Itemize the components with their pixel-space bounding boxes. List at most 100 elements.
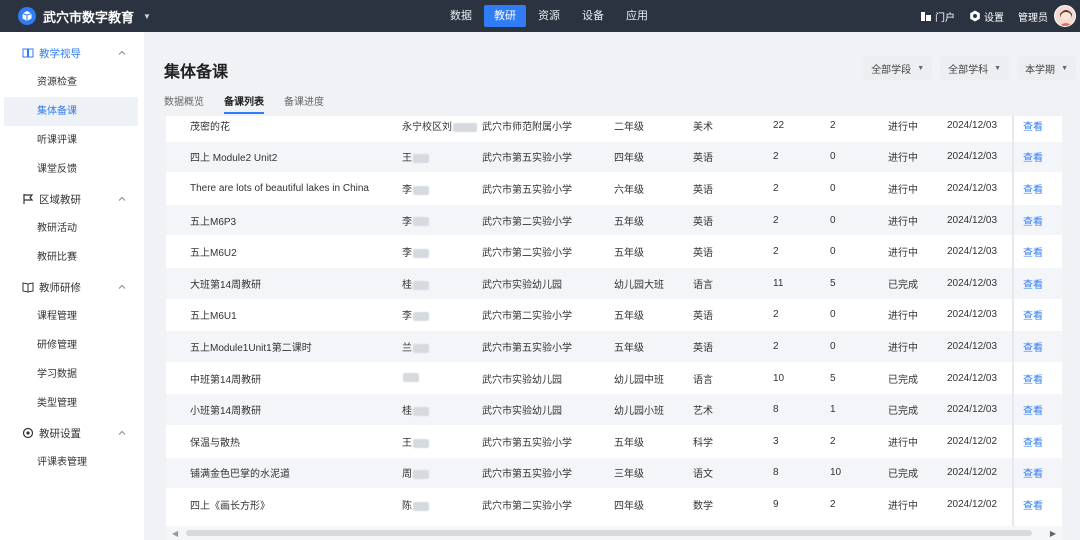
sidebar-group-label: 区域教研 [39,193,81,206]
view-link[interactable]: 查看 [1023,497,1043,512]
view-link-text[interactable]: 查看 [1023,248,1043,259]
filter-label: 全部学科 [948,64,989,76]
scroll-left-icon[interactable]: ◀ [172,529,178,538]
cell-participants-text: 8 [773,467,779,479]
tab-item[interactable]: 备课列表 [224,96,264,116]
view-link[interactable]: 查看 [1023,434,1043,449]
view-link[interactable]: 查看 [1023,339,1043,354]
sidebar-item[interactable]: 集体备课 [4,97,138,126]
sidebar-item[interactable]: 听课评课 [4,126,138,155]
view-link[interactable]: 查看 [1023,465,1043,480]
cell-title-text: 五上Module1Unit1第二课时 [190,342,312,354]
sidebar-item[interactable]: 课程管理 [4,302,138,331]
cell-count-text: 2 [830,119,836,131]
table-row: 保温与散热 王 武穴市第五实验小学 五年级 科学 3 2 进行中 2024/12/02 查看 [166,426,1062,458]
view-link-text[interactable]: 查看 [1023,153,1043,164]
chevron-up-icon [118,428,126,436]
filter-label: 全部学段 [871,64,912,76]
cell-grade: 五年级 [614,213,644,228]
sidebar-group[interactable]: 教研设置 [0,418,144,448]
cell-date: 2024/12/03 [947,246,997,257]
sidebar-item[interactable]: 研修管理 [4,331,138,360]
view-link-text[interactable]: 查看 [1023,185,1043,196]
sidebar-item[interactable]: 教研活动 [4,214,138,243]
cell-school-text: 武穴市第五实验小学 [482,184,572,196]
cell-title-text: 茂密的花 [190,121,230,133]
cell-subject-text: 英语 [693,153,713,165]
redacted-name [413,154,429,164]
scroll-right-icon[interactable]: ▶ [1050,529,1056,538]
top-nav-item[interactable]: 应用 [616,5,658,27]
sidebar-group[interactable]: 区域教研 [0,184,144,214]
view-link[interactable]: 查看 [1023,244,1043,259]
caret-down-icon: ▼ [917,64,925,72]
cell-status-text: 已完成 [888,279,918,291]
view-link[interactable]: 查看 [1023,213,1043,228]
view-link[interactable]: 查看 [1023,118,1043,133]
cell-date-text: 2024/12/03 [947,404,998,416]
table-row: 四上《画长方形》 陈 武穴市第二实验小学 四年级 数学 9 2 进行中 2024/12/02 查看 [166,489,1062,521]
cell-count-text: 10 [830,467,842,479]
top-nav-item[interactable]: 数据 [440,5,482,27]
cell-count: 2 [830,499,836,510]
sidebar-group[interactable]: 教学视导 [0,38,144,68]
top-nav-item[interactable]: 资源 [528,5,570,27]
sidebar-item[interactable]: 资源检查 [4,68,138,97]
view-link[interactable]: 查看 [1023,181,1043,196]
avatar[interactable] [1054,5,1076,27]
cell-title: 四上《画长方形》 [190,497,270,512]
cell-school: 武穴市师范附属小学 [482,118,572,133]
filter-select[interactable]: 全部学段 ▼ [863,56,933,80]
view-link-text[interactable]: 查看 [1023,280,1043,291]
portal-link[interactable]: 门户 [920,9,955,24]
cell-count-text: 0 [830,340,836,352]
view-link[interactable]: 查看 [1023,371,1043,386]
horizontal-scrollbar[interactable]: ◀ ▶ [166,526,1062,540]
view-link[interactable]: 查看 [1023,276,1043,291]
cell-count: 2 [830,120,836,131]
view-link[interactable]: 查看 [1023,402,1043,417]
sidebar-item[interactable]: 类型管理 [4,389,138,418]
sidebar-group[interactable]: 教师研修 [0,272,144,302]
top-nav-item[interactable]: 设备 [572,5,614,27]
tab-item[interactable]: 备课进度 [284,96,324,116]
cell-subject-text: 美术 [693,121,713,133]
redacted-name [413,470,429,480]
scrollbar-thumb[interactable] [186,530,1032,536]
top-nav-item[interactable]: 教研 [484,5,526,27]
view-link-text[interactable]: 查看 [1023,343,1043,354]
filter-select[interactable]: 本学期 ▼ [1017,56,1076,80]
filter-select[interactable]: 全部学科 ▼ [940,56,1010,80]
view-link-text[interactable]: 查看 [1023,122,1043,133]
view-link-text[interactable]: 查看 [1023,501,1043,512]
settings-link[interactable]: 设置 [969,9,1004,24]
cell-grade-text: 五年级 [614,248,644,260]
view-link[interactable]: 查看 [1023,307,1043,322]
cell-grade: 幼儿园小班 [614,402,664,417]
cell-school: 武穴市第五实验小学 [482,434,572,449]
sidebar-item[interactable]: 学习数据 [4,360,138,389]
sidebar-item[interactable]: 课堂反馈 [4,155,138,184]
view-link-text[interactable]: 查看 [1023,311,1043,322]
sidebar-item[interactable]: 教研比赛 [4,243,138,272]
view-link-text[interactable]: 查看 [1023,375,1043,386]
cell-status-text: 进行中 [888,437,918,449]
cell-subject-text: 英语 [693,311,713,323]
cell-date: 2024/12/02 [947,436,997,447]
tab-item[interactable]: 数据概览 [164,96,204,116]
cell-status-text: 已完成 [888,406,918,418]
view-link-text[interactable]: 查看 [1023,217,1043,228]
user-menu[interactable]: 管理员 [1018,9,1048,24]
cell-participants-text: 9 [773,498,779,510]
view-link-text[interactable]: 查看 [1023,438,1043,449]
cell-participants: 2 [773,341,779,352]
chevron-up-icon [118,194,126,202]
brand[interactable]: 武穴市数字教育 ▼ [18,6,151,26]
view-link-text[interactable]: 查看 [1023,469,1043,480]
sidebar-item[interactable]: 评课表管理 [4,448,138,477]
view-link[interactable]: 查看 [1023,149,1043,164]
view-link-text[interactable]: 查看 [1023,406,1043,417]
redacted-name [413,185,429,195]
cell-grade: 幼儿园大班 [614,276,664,291]
cell-count-text: 0 [830,182,836,194]
